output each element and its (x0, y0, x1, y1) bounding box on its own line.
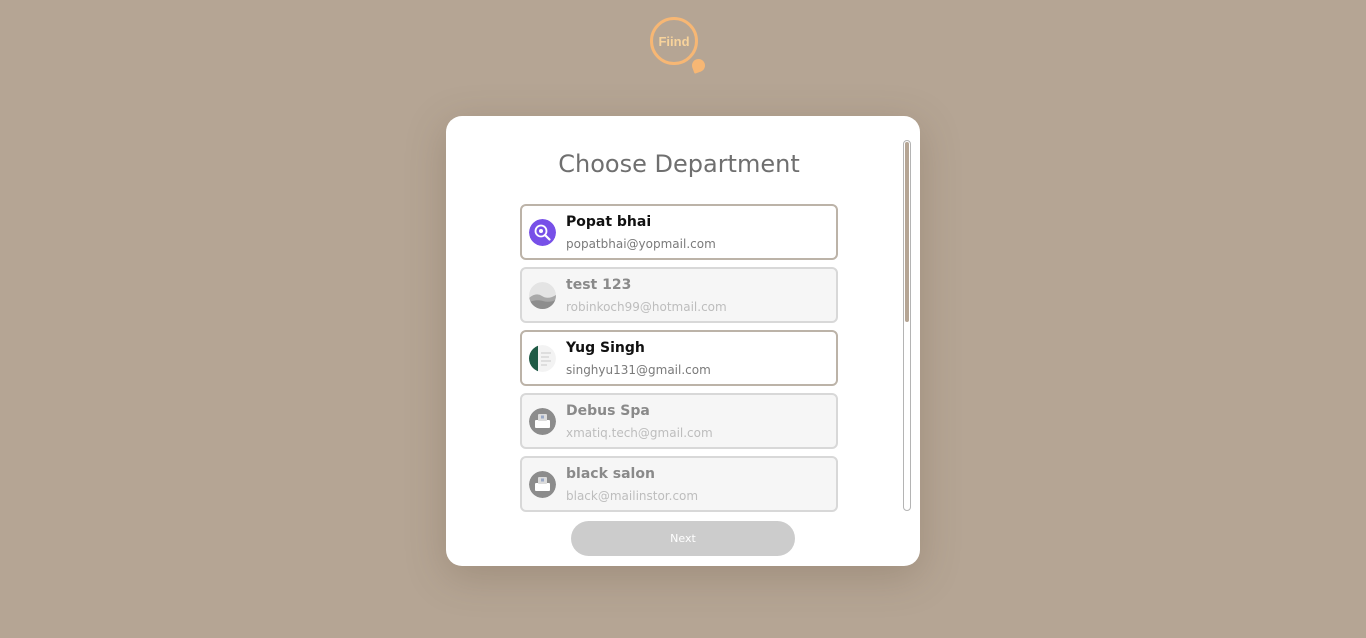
department-name: Yug Singh (566, 340, 645, 356)
app-logo: Fiind (650, 17, 698, 65)
department-email: popatbhai@yopmail.com (566, 237, 716, 251)
department-item-popat-bhai[interactable]: Popat bhai popatbhai@yopmail.com (520, 204, 838, 260)
department-name: black salon (566, 466, 655, 482)
store-icon (529, 471, 556, 498)
department-name: Popat bhai (566, 214, 652, 230)
department-name: test 123 (566, 277, 632, 293)
department-email: black@mailinstor.com (566, 489, 699, 503)
document-thumbnail-avatar (529, 345, 556, 372)
department-item-test-123[interactable]: test 123 robinkoch99@hotmail.com (520, 267, 838, 323)
department-email: xmatiq.tech@gmail.com (566, 426, 713, 440)
department-item-black-salon[interactable]: black salon black@mailinstor.com (520, 456, 838, 512)
scrollbar-thumb[interactable] (905, 142, 909, 322)
department-card: Choose Department Popat bhai popatbhai@y… (446, 116, 920, 566)
store-icon (529, 408, 556, 435)
page-title: Choose Department (558, 150, 800, 178)
landscape-photo-avatar (529, 282, 556, 309)
search-logo-icon (529, 219, 556, 246)
department-item-debus-spa[interactable]: Debus Spa xmatiq.tech@gmail.com (520, 393, 838, 449)
department-email: robinkoch99@hotmail.com (566, 300, 727, 314)
list-scrollbar[interactable] (903, 140, 911, 511)
department-item-yug-singh[interactable]: Yug Singh singhyu131@gmail.com (520, 330, 838, 386)
next-button[interactable]: Next (571, 521, 795, 556)
logo-tail-icon (690, 57, 707, 74)
logo-text: Fiind (658, 33, 690, 49)
department-list: Popat bhai popatbhai@yopmail.com test 12… (520, 204, 838, 519)
department-email: singhyu131@gmail.com (566, 363, 711, 377)
department-name: Debus Spa (566, 403, 650, 419)
